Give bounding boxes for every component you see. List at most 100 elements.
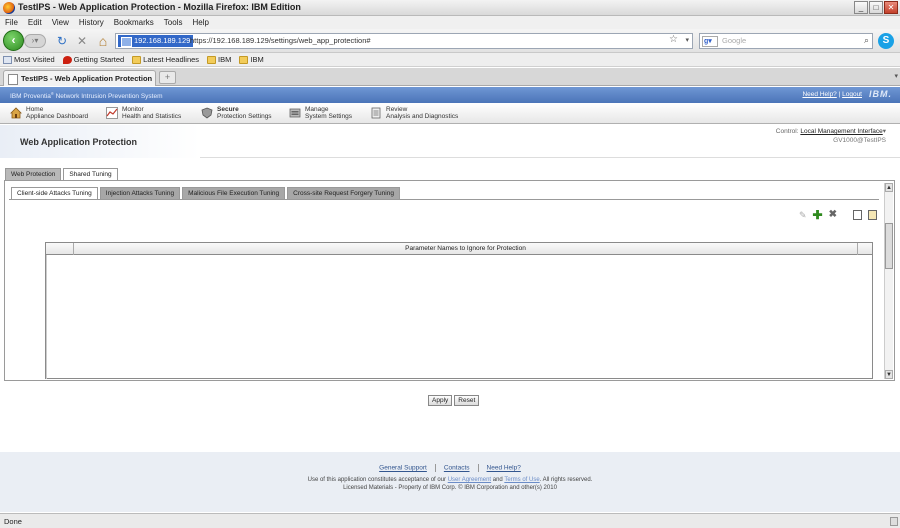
bookmark-ibm-2[interactable]: IBM	[239, 53, 264, 66]
menu-history[interactable]: History	[79, 16, 104, 29]
bookmark-most-visited[interactable]: Most Visited	[3, 53, 55, 66]
status-text: Done	[4, 517, 22, 526]
nav-home[interactable]: Home Appliance Dashboard	[10, 106, 88, 122]
column-header-parameter-names[interactable]: Parameter Names to Ignore for Protection	[74, 243, 858, 255]
chart-icon	[106, 107, 118, 119]
grid-toolbar: ✎ ✚ ✖	[799, 209, 877, 221]
copy-icon[interactable]	[853, 210, 862, 220]
menu-edit[interactable]: Edit	[28, 16, 42, 29]
client-side-tuning-panel: ✎ ✚ ✖ Parameter Names to Ignore for Prot…	[9, 199, 879, 379]
firefox-bookmark-icon	[62, 55, 72, 64]
control-select-link[interactable]: Local Management Interface	[800, 128, 882, 135]
nav-review[interactable]: Review Analysis and Diagnostics	[370, 106, 458, 122]
window-titlebar: TestIPS - Web Application Protection - M…	[0, 0, 900, 16]
ibm-logo: IBM.	[869, 89, 892, 99]
scroll-thumb[interactable]	[885, 223, 893, 269]
gear-icon	[289, 108, 301, 118]
window-title: TestIPS - Web Application Protection - M…	[18, 2, 301, 12]
search-input[interactable]: Google	[722, 36, 746, 45]
reset-button[interactable]: Reset	[454, 395, 480, 406]
new-tab-button[interactable]: +	[159, 71, 176, 84]
window-controls: _ □ ✕	[854, 1, 898, 14]
tab-malicious-file-execution-tuning[interactable]: Malicious File Execution Tuning	[182, 187, 286, 199]
browser-tab-active[interactable]: TestIPS - Web Application Protection	[3, 70, 156, 86]
folder-icon	[239, 55, 249, 64]
add-icon[interactable]: ✚	[813, 209, 823, 221]
general-support-link[interactable]: General Support	[379, 465, 427, 472]
menu-view[interactable]: View	[52, 16, 69, 29]
search-go-icon[interactable]: ⌕	[864, 35, 869, 46]
back-button[interactable]: ‹	[3, 30, 24, 51]
footer-copyright: Licensed Materials - Property of IBM Cor…	[343, 485, 557, 491]
menu-bar: File Edit View History Bookmarks Tools H…	[0, 16, 900, 29]
control-info: Control: Local Management Interface▾ GV1…	[775, 128, 886, 144]
tab-list-icon[interactable]: ▾	[894, 72, 898, 80]
need-help-link[interactable]: Need Help?	[802, 91, 836, 98]
logout-link[interactable]: Logout	[842, 91, 862, 98]
search-bar[interactable]: g▾ Google ⌕	[699, 33, 873, 49]
tab-cross-site-request-forgery-tuning[interactable]: Cross-site Request Forgery Tuning	[287, 187, 400, 199]
menu-tools[interactable]: Tools	[164, 16, 183, 29]
site-identity-button[interactable]: 192.168.189.129	[118, 35, 194, 47]
shared-tuning-panel: Client-side Attacks Tuning Injection Att…	[4, 180, 895, 381]
device-name: GV1000@TestIPS	[833, 137, 886, 144]
shield-icon	[201, 107, 213, 119]
delete-icon[interactable]: ✖	[829, 210, 837, 220]
nav-monitor[interactable]: Monitor Health and Statistics	[106, 106, 181, 122]
url-dropdown-icon[interactable]: ▾	[685, 36, 689, 44]
page-icon	[3, 55, 12, 64]
resize-grip-icon[interactable]	[890, 517, 898, 526]
user-agreement-link[interactable]: User Agreement	[448, 477, 491, 483]
footer-legal-line: Use of this application constitutes acce…	[307, 477, 593, 483]
page-title: Web Application Protection	[20, 137, 138, 147]
bookmark-star-icon[interactable]: ☆	[669, 34, 678, 45]
chevron-down-icon[interactable]: ▾	[883, 128, 886, 135]
nav-manage[interactable]: Manage System Settings	[289, 106, 352, 122]
skype-icon[interactable]: S	[878, 33, 894, 49]
header-links: Need Help? | Logout	[802, 91, 862, 98]
scroll-down-button[interactable]: ▼	[885, 370, 893, 379]
tab-shared-tuning[interactable]: Shared Tuning	[63, 168, 118, 180]
menu-file[interactable]: File	[5, 16, 18, 29]
menu-help[interactable]: Help	[192, 16, 208, 29]
bookmark-getting-started[interactable]: Getting Started	[62, 53, 124, 66]
home-icon[interactable]: ⌂	[95, 33, 111, 49]
nav-secure[interactable]: Secure Protection Settings	[201, 106, 272, 122]
main-tabs: Web Protection Shared Tuning	[5, 168, 118, 180]
edit-icon[interactable]: ✎	[799, 210, 807, 220]
sub-tabs: Client-side Attacks Tuning Injection Att…	[11, 187, 400, 199]
home-icon	[10, 107, 22, 119]
footer-links: General Support Contacts Need Help?	[0, 464, 900, 472]
parameter-grid: Parameter Names to Ignore for Protection	[45, 242, 873, 379]
page-title-area: Web Application Protection Control: Loca…	[0, 125, 900, 158]
tab-web-protection[interactable]: Web Protection	[5, 168, 62, 180]
select-column-header[interactable]	[46, 243, 74, 255]
maximize-button[interactable]: □	[869, 1, 883, 14]
folder-icon	[132, 55, 142, 64]
contacts-link[interactable]: Contacts	[444, 465, 470, 472]
tab-client-side-attacks-tuning[interactable]: Client-side Attacks Tuning	[11, 187, 98, 199]
url-text[interactable]: https://192.168.189.129/settings/web_app…	[190, 36, 371, 45]
scroll-up-button[interactable]: ▲	[885, 183, 893, 192]
terms-of-use-link[interactable]: Terms of Use	[504, 477, 539, 483]
paste-icon[interactable]	[868, 210, 877, 220]
bookmark-latest-headlines[interactable]: Latest Headlines	[132, 53, 199, 66]
form-buttons: Apply Reset	[428, 395, 480, 406]
bookmarks-toolbar: Most Visited Getting Started Latest Head…	[0, 53, 900, 67]
navigation-toolbar: ‹ ›▾ ↻ ✕ ⌂ 192.168.189.129 https://192.1…	[0, 29, 900, 53]
tab-injection-attacks-tuning[interactable]: Injection Attacks Tuning	[99, 187, 181, 199]
minimize-button[interactable]: _	[854, 1, 868, 14]
vertical-scrollbar[interactable]: ▲ ▼	[884, 183, 893, 379]
url-bar[interactable]: 192.168.189.129 https://192.168.189.129/…	[115, 33, 693, 49]
stop-icon[interactable]: ✕	[74, 33, 90, 49]
reload-icon[interactable]: ↻	[54, 33, 70, 49]
search-engine-icon[interactable]: g▾	[702, 36, 718, 47]
bookmark-ibm-1[interactable]: IBM	[207, 53, 231, 66]
menu-bookmarks[interactable]: Bookmarks	[114, 16, 154, 29]
footer-need-help-link[interactable]: Need Help?	[487, 465, 521, 472]
product-name: IBM Proventia® Network Intrusion Prevent…	[10, 91, 163, 101]
apply-button[interactable]: Apply	[428, 395, 453, 406]
forward-button[interactable]: ›▾	[24, 34, 46, 48]
browser-tab-strip: TestIPS - Web Application Protection + ▾	[0, 68, 900, 86]
close-button[interactable]: ✕	[884, 1, 898, 14]
